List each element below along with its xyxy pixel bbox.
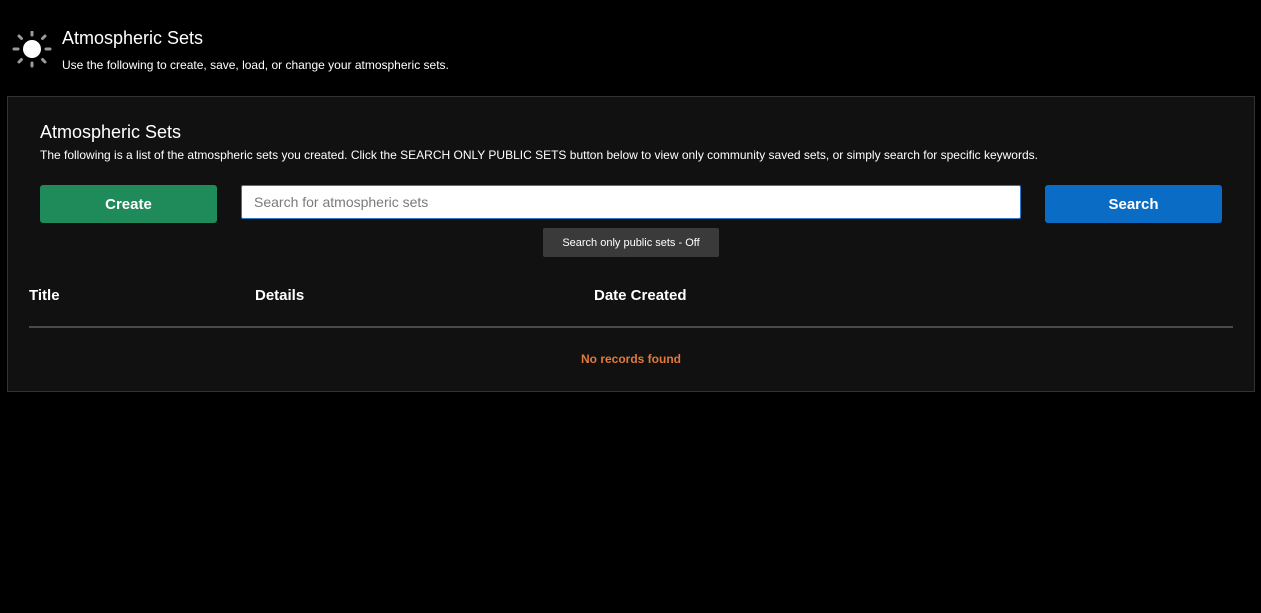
page-title: Atmospheric Sets [62, 28, 204, 48]
column-header-date-created: Date Created [594, 287, 687, 304]
public-sets-toggle[interactable]: Search only public sets - Off [543, 228, 719, 257]
sun-icon [11, 30, 53, 73]
table-header: Title Details Date Created [29, 285, 1233, 307]
panel-title: Atmospheric Sets [40, 122, 182, 142]
search-input[interactable] [241, 185, 1021, 219]
page-subtitle: Use the following to create, save, load,… [62, 58, 449, 72]
search-button[interactable]: Search [1045, 185, 1222, 223]
panel-description: The following is a list of the atmospher… [40, 148, 1038, 162]
table-divider [29, 326, 1233, 328]
page-header: Atmospheric Sets Use the following to cr… [0, 0, 1261, 90]
column-header-details: Details [255, 287, 305, 304]
atmospheric-sets-panel: Atmospheric Sets The following is a list… [7, 96, 1255, 392]
empty-records-message: No records found [580, 352, 681, 366]
column-header-title: Title [29, 287, 60, 304]
create-button[interactable]: Create [40, 185, 217, 223]
